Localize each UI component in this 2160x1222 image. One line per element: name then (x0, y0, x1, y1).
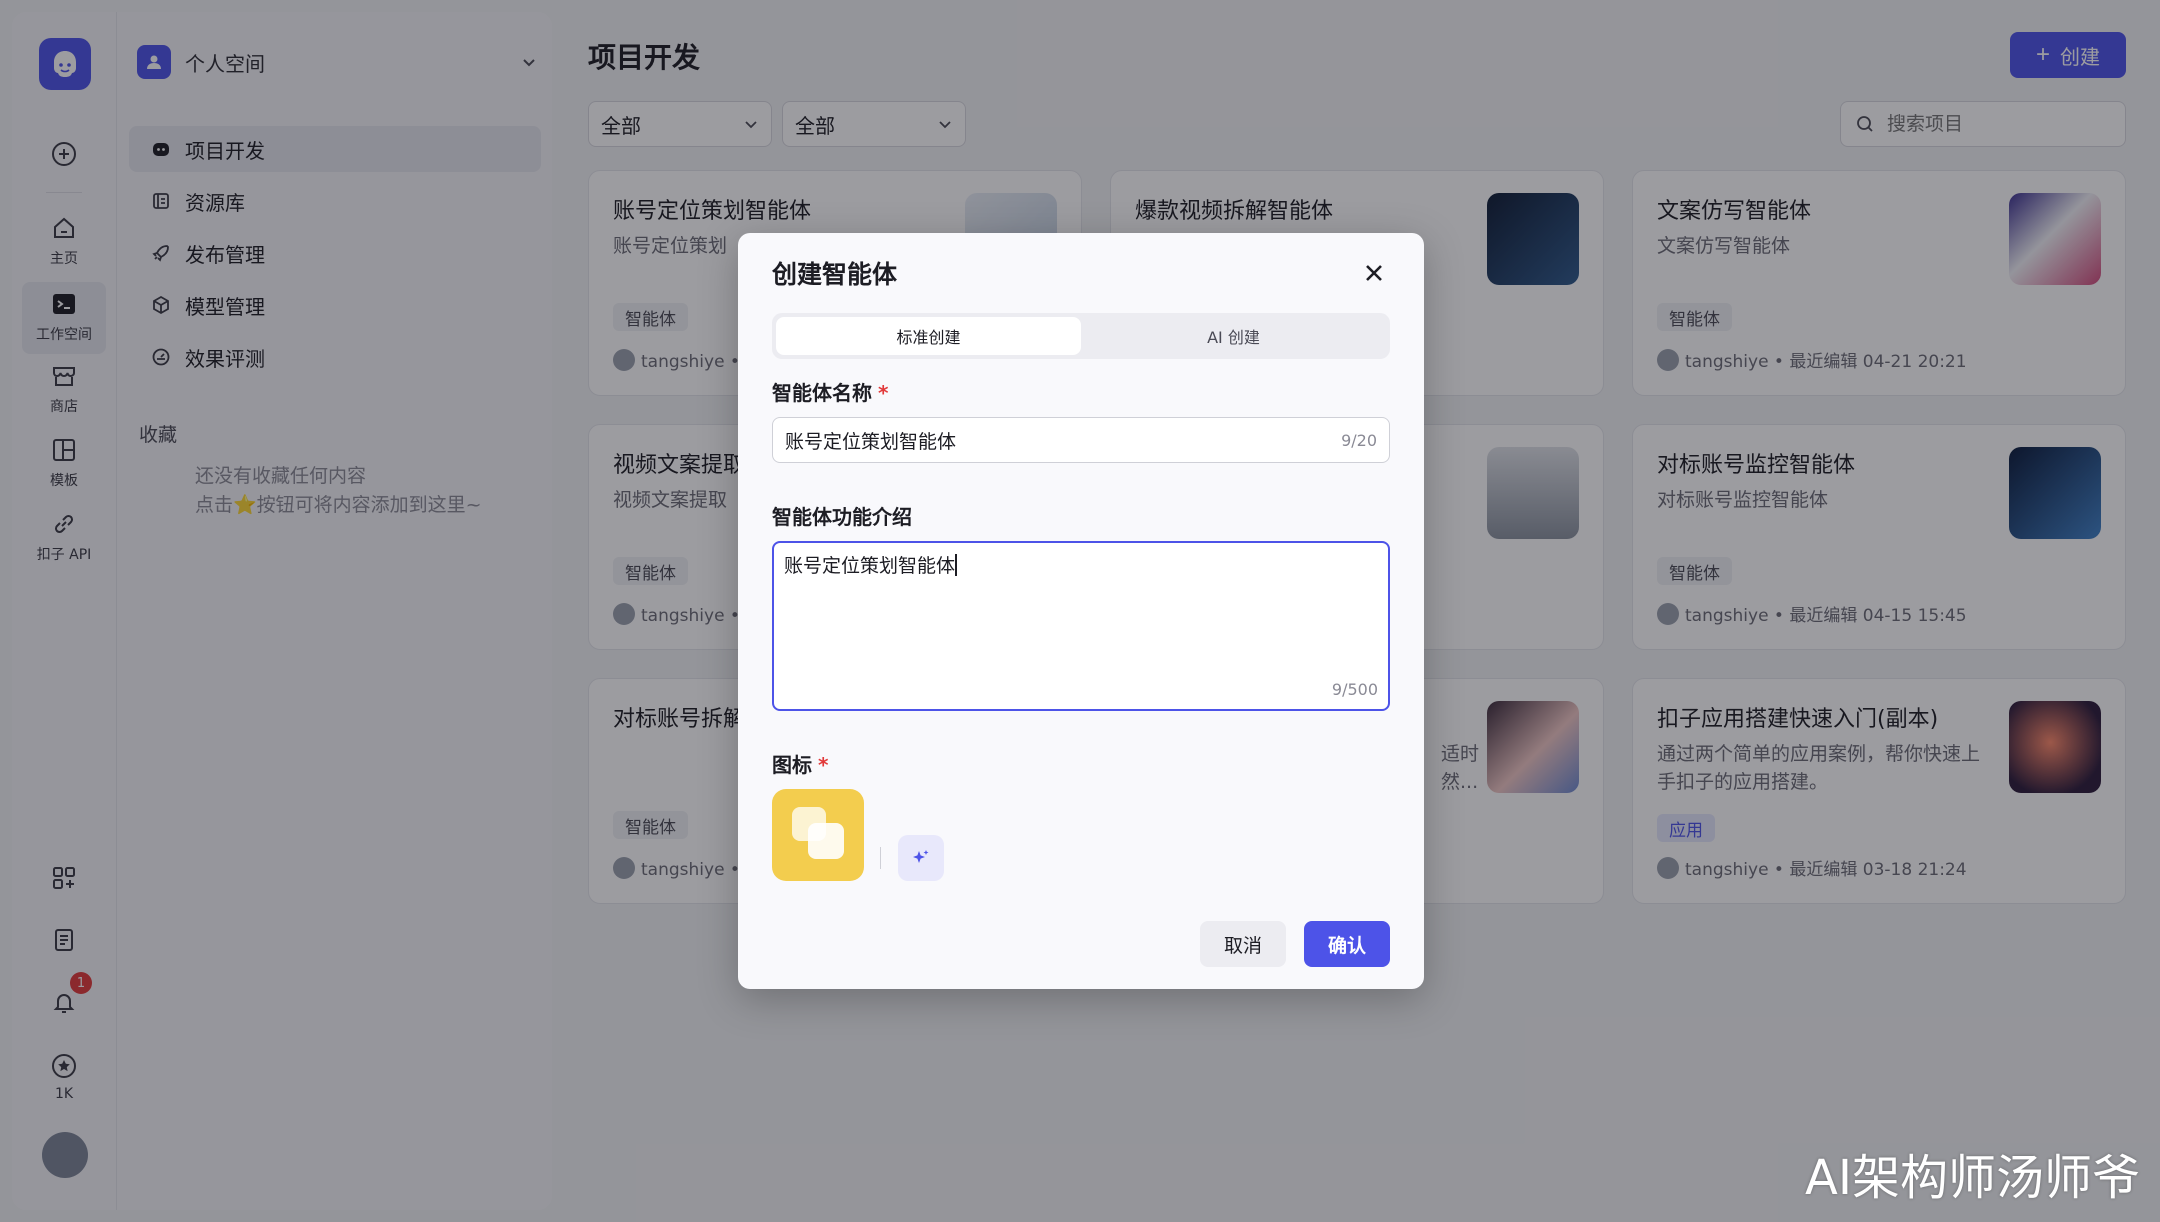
icon-divider (880, 847, 881, 869)
tab-ai-create[interactable]: AI 创建 (1081, 317, 1386, 355)
required-mark: * (878, 381, 889, 405)
agent-description-textarea[interactable]: 账号定位策划智能体 9/500 (772, 541, 1390, 711)
required-mark: * (818, 753, 829, 777)
watermark-text: AI架构师汤师爷 (1805, 1150, 2140, 1206)
agent-icon-picker[interactable] (772, 789, 864, 881)
name-char-count: 9/20 (1341, 430, 1377, 450)
desc-char-count: 9/500 (1331, 680, 1378, 699)
icon-label: 图标 * (772, 749, 828, 778)
dialog-title: 创建智能体 (772, 260, 898, 289)
confirm-button[interactable]: 确认 (1304, 921, 1390, 967)
name-label-text: 智能体名称 (772, 381, 872, 405)
create-agent-dialog: 创建智能体 标准创建 AI 创建 智能体名称 * 账号定位策划智能体 9/20 智… (738, 233, 1424, 989)
name-label: 智能体名称 * (772, 377, 888, 406)
agent-name-value: 账号定位策划智能体 (785, 430, 957, 453)
desc-label: 智能体功能介绍 (772, 505, 912, 529)
sparkle-icon (913, 850, 929, 863)
tab-standard-create[interactable]: 标准创建 (776, 317, 1081, 355)
ai-generate-icon-button[interactable] (898, 835, 944, 881)
close-icon (1366, 265, 1382, 281)
cancel-button[interactable]: 取消 (1200, 921, 1286, 967)
icon-label-text: 图标 (772, 753, 812, 777)
agent-description-value: 账号定位策划智能体 (784, 555, 956, 577)
close-button[interactable] (1360, 259, 1388, 287)
agent-name-field[interactable]: 账号定位策划智能体 9/20 (772, 417, 1390, 463)
create-mode-tabs: 标准创建 AI 创建 (772, 313, 1390, 359)
text-caret (955, 554, 957, 576)
squares-icon (792, 807, 844, 859)
